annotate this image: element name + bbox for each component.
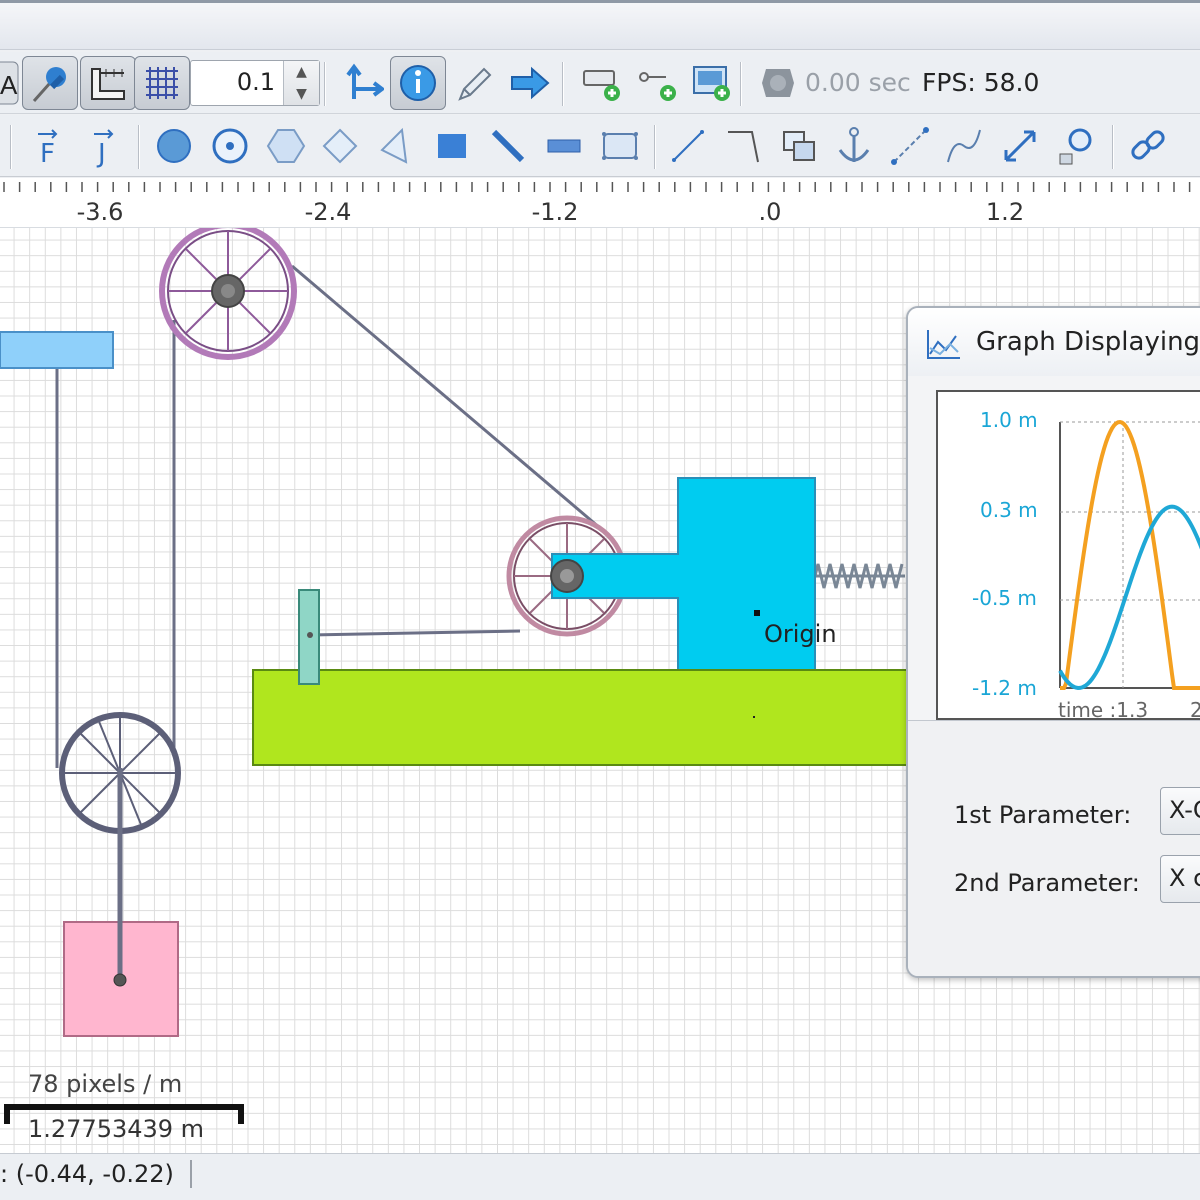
cursor-coordinates: : (-0.44, -0.22): [0, 1160, 174, 1188]
add-field-icon[interactable]: [574, 56, 630, 110]
anchor-icon[interactable]: [826, 119, 882, 173]
polygon-icon[interactable]: [258, 119, 314, 173]
blue-plank[interactable]: [0, 331, 114, 369]
step-spinner[interactable]: 0.1 ▲ ▼: [190, 60, 320, 106]
plank-icon[interactable]: [536, 119, 592, 173]
param2-select[interactable]: X c: [1160, 855, 1200, 903]
graph-series-2: [1058, 504, 1200, 691]
ruler-label: 1.2: [985, 198, 1025, 226]
origin-marker: [754, 610, 760, 616]
graph-parameters-panel: 1st Parameter: X-C 2nd Parameter: X c: [908, 720, 1200, 976]
rod-icon[interactable]: [480, 119, 536, 173]
param1-value: X-C: [1169, 796, 1200, 824]
curve-icon[interactable]: [936, 119, 992, 173]
tracker-icon[interactable]: [1048, 119, 1104, 173]
graph-svg: [1058, 419, 1200, 691]
chain-icon[interactable]: [882, 119, 938, 173]
ring-icon[interactable]: [202, 119, 258, 173]
svg-text:F: F: [40, 139, 55, 168]
soft-body-icon[interactable]: [592, 119, 648, 173]
simulation-timer: 0.00 sec: [805, 68, 911, 97]
impulse-icon[interactable]: J: [74, 119, 130, 173]
param2-value: X c: [1169, 864, 1200, 892]
graph-y-tick: 0.3 m: [980, 498, 1038, 522]
graph-window[interactable]: Graph Displaying 1.0 m 0.3 m -0.5 m -1.2…: [906, 306, 1200, 978]
grid-icon[interactable]: [134, 56, 190, 110]
add-image-icon[interactable]: [684, 56, 740, 110]
shapes-toolbar: F J: [0, 115, 1200, 177]
add-node-icon[interactable]: [630, 56, 686, 110]
circle-icon[interactable]: [146, 119, 202, 173]
gear-timer-icon[interactable]: [750, 56, 806, 110]
step-value: 0.1: [236, 68, 275, 96]
svg-text:A: A: [0, 70, 18, 100]
graph-window-title-bar[interactable]: Graph Displaying: [908, 308, 1200, 376]
measure-icon[interactable]: [992, 119, 1048, 173]
param2-label: 2nd Parameter:: [954, 869, 1140, 897]
scale-pixels-label: 78 pixels / m: [28, 1070, 183, 1098]
graph-plot: 1.0 m 0.3 m -0.5 m -1.2 m time :1.3 2: [936, 390, 1200, 722]
graph-series-1: [1060, 419, 1200, 690]
rectangle-icon[interactable]: [424, 119, 480, 173]
graph-icon: [927, 330, 960, 359]
ruler-label: -3.6: [76, 198, 124, 226]
graph-y-tick: -0.5 m: [972, 586, 1037, 610]
spinner-up-icon[interactable]: ▲: [284, 61, 319, 83]
ruler-ticks: [3, 182, 1191, 192]
pin-icon[interactable]: [22, 56, 78, 110]
pen-icon[interactable]: [446, 56, 502, 110]
diamond-icon[interactable]: [312, 119, 368, 173]
link-icon[interactable]: [1120, 119, 1176, 173]
param1-select[interactable]: X-C: [1160, 787, 1200, 835]
lower-string: [309, 629, 521, 637]
svg-text:J: J: [96, 139, 106, 168]
window-top-strip: [0, 0, 1200, 50]
graph-y-tick: 1.0 m: [980, 408, 1038, 432]
graph-window-title: Graph Displaying: [976, 327, 1200, 357]
axes-icon[interactable]: [334, 56, 390, 110]
origin-label: Origin: [764, 620, 837, 648]
graph-x-tick: time :1.3: [1058, 698, 1149, 722]
triangle-icon[interactable]: [366, 119, 422, 173]
diagonal-string: [291, 264, 601, 530]
ruler-label: -1.2: [531, 198, 579, 226]
overlap-icon[interactable]: [772, 119, 828, 173]
app-window: A 0.1 ▲ ▼ 0.00 sec FPS: 58.0 F J -3.6 -2…: [0, 0, 1200, 1200]
line-icon[interactable]: [660, 119, 716, 173]
scale-length-label: 1.27753439 m: [28, 1115, 205, 1143]
horizontal-ruler: -3.6 -2.4 -1.2 .0 1.2: [0, 178, 1200, 228]
status-bar: : (-0.44, -0.22): [0, 1153, 1200, 1200]
spinner-down-icon[interactable]: ▼: [284, 83, 319, 105]
text-tool-icon[interactable]: A: [0, 56, 24, 110]
graph-x-tick: 2: [1190, 698, 1200, 722]
fps-readout: FPS: 58.0: [922, 68, 1040, 97]
ruler-label: -2.4: [304, 198, 352, 226]
graph-y-tick: -1.2 m: [972, 676, 1037, 700]
ruler-icon[interactable]: [80, 56, 136, 110]
arrow-right-icon[interactable]: [502, 56, 558, 110]
green-ground[interactable]: [252, 669, 919, 766]
top-pulley-wheel[interactable]: [159, 228, 297, 360]
force-icon[interactable]: F: [18, 119, 74, 173]
param1-label: 1st Parameter:: [954, 801, 1132, 829]
ruler-label: .0: [758, 198, 782, 226]
info-icon[interactable]: [390, 56, 446, 110]
corner-joint-icon[interactable]: [716, 119, 772, 173]
